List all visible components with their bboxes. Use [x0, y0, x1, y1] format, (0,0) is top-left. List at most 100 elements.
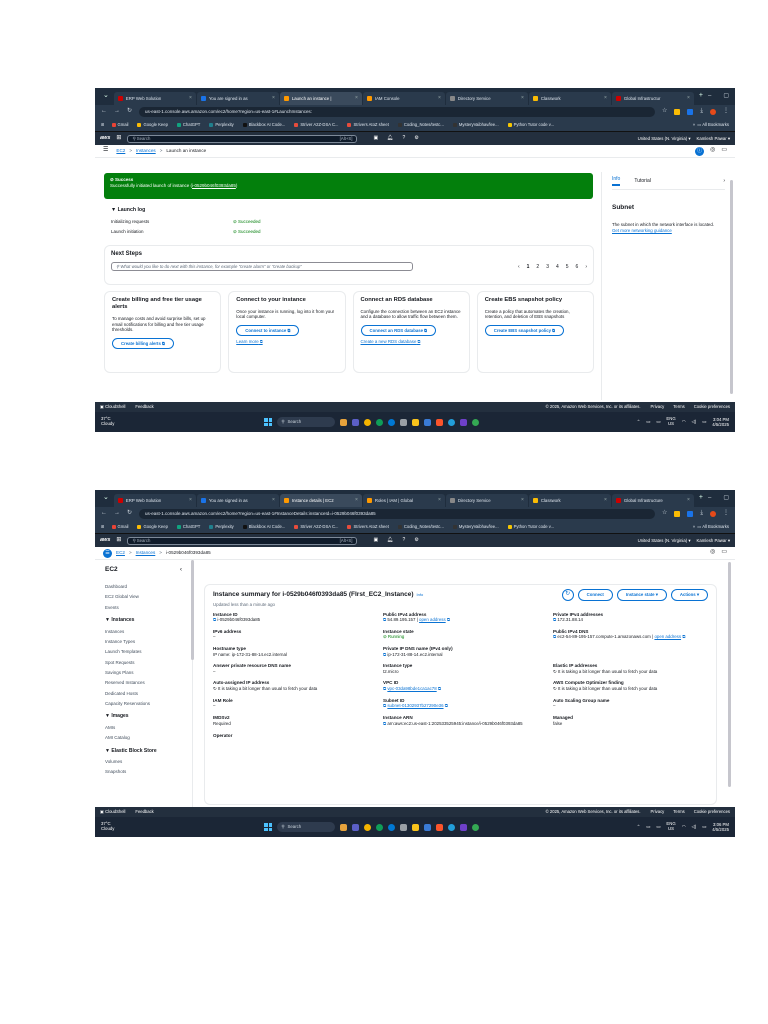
bookmark-item[interactable]: ChatGPT	[176, 122, 200, 127]
store-icon[interactable]	[424, 418, 432, 426]
page-number[interactable]: 3	[546, 264, 549, 270]
account-menu[interactable]: Kamlesh Pawar ▾	[697, 538, 730, 543]
bookmark-item[interactable]: Google Keep	[137, 524, 168, 529]
region-selector[interactable]: United States (N. Virginia) ▾	[638, 136, 691, 141]
menu-icon[interactable]: ⋮	[723, 108, 729, 116]
telegram-icon[interactable]	[448, 418, 456, 426]
maximize-icon[interactable]: ▢	[723, 495, 729, 503]
info-link[interactable]: Info	[417, 592, 424, 597]
card-link[interactable]: Learn more ⧉	[236, 339, 337, 345]
wifi-icon[interactable]: ◠	[682, 419, 686, 424]
notifications-icon[interactable]: ◎	[710, 549, 715, 557]
bookmark-item[interactable]: Gmail	[111, 122, 128, 127]
cloudshell-icon[interactable]: ▣	[373, 135, 378, 141]
teams-icon[interactable]	[352, 823, 360, 831]
reload-icon[interactable]: ↻	[127, 108, 132, 116]
forward-icon[interactable]: →	[114, 510, 120, 518]
bookmark-item[interactable]: MysteryVaibhav/lee...	[452, 524, 499, 529]
close-tab-icon[interactable]: ×	[189, 95, 192, 101]
clock[interactable]: 3:06 PM 4/5/2025	[712, 822, 729, 832]
bookmark-item[interactable]: MysteryVaibhav/lee...	[452, 122, 499, 127]
new-tab-icon[interactable]: +	[695, 92, 707, 101]
bookmark-item[interactable]: Strivers AtoZ sheet	[347, 122, 389, 127]
chrome-icon[interactable]	[376, 823, 384, 831]
bookmark-item[interactable]: Strivers AtoZ sheet	[347, 524, 389, 529]
weather-widget[interactable]: 37°C Cloudy	[101, 821, 114, 832]
apps-icon[interactable]: ⊞	[101, 122, 105, 127]
breadcrumb-instances[interactable]: Instances	[136, 148, 156, 154]
browser-tab[interactable]: ERP Web Solution ×	[113, 92, 196, 105]
sidebar-item[interactable]: Snapshots	[105, 769, 182, 775]
weather-widget[interactable]: 37°C Cloudy	[101, 416, 114, 427]
browser-tab[interactable]: Instance details | EC2 ×	[279, 494, 362, 507]
close-tab-icon[interactable]: ×	[521, 95, 524, 101]
browser-tab[interactable]: You are signed in as ×	[196, 494, 279, 507]
bookmark-item[interactable]: Google Keep	[137, 122, 168, 127]
taskbar-search[interactable]: ⚲ Search	[277, 822, 336, 832]
sidebar-item[interactable]: AMI Catalog	[105, 735, 182, 741]
reload-icon[interactable]: ↻	[127, 510, 132, 518]
open-address-link[interactable]: open address	[654, 634, 681, 639]
page-number[interactable]: 1	[527, 264, 530, 270]
forward-icon[interactable]: →	[114, 108, 120, 116]
vscode-icon[interactable]	[460, 823, 468, 831]
connect-button[interactable]: Connect	[577, 589, 613, 601]
volume-icon[interactable]: ◁)	[691, 419, 696, 424]
brave-icon[interactable]	[436, 823, 444, 831]
app-icon[interactable]	[472, 418, 480, 426]
next-steps-search[interactable]: ⚲ What would you like to do next with th…	[111, 262, 413, 272]
sidebar-item[interactable]: Instance Types	[105, 639, 182, 645]
page-number[interactable]: 2	[536, 264, 539, 270]
terms-link[interactable]: Terms	[673, 404, 684, 409]
sidebar-item[interactable]: Spot Requests	[105, 660, 182, 666]
tray-app-icon[interactable]: ▭	[646, 824, 650, 829]
hamburger-icon[interactable]: ☰	[103, 147, 108, 155]
card-action-button[interactable]: Create billing alerts ⧉	[112, 337, 174, 350]
terms-link[interactable]: Terms	[673, 809, 684, 814]
profile-avatar[interactable]	[710, 511, 716, 517]
cloudshell-link[interactable]: ▣ CloudShell	[100, 809, 125, 814]
bookmark-item[interactable]: Striver A2Z-DSA C...	[294, 122, 338, 127]
extension-icon[interactable]	[687, 511, 694, 517]
close-tab-icon[interactable]: ×	[438, 497, 441, 503]
close-tab-icon[interactable]: ×	[604, 95, 607, 101]
region-selector[interactable]: United States (N. Virginia) ▾	[638, 538, 691, 543]
collapse-icon[interactable]: ‹	[180, 566, 182, 574]
browser-tab[interactable]: Roles | IAM | Global ×	[362, 494, 445, 507]
page-number[interactable]: 4	[556, 264, 559, 270]
language-indicator[interactable]: ENG US	[666, 416, 675, 426]
bookmark-item[interactable]: Coding_Notes/testc...	[397, 524, 444, 529]
tray-app-icon[interactable]: ▭	[656, 824, 660, 829]
teams-icon[interactable]	[352, 418, 360, 426]
sidebar-section-toggle[interactable]: ▼ Instances	[105, 617, 182, 623]
volume-icon[interactable]: ◁)	[691, 824, 696, 829]
battery-icon[interactable]: ▭	[702, 419, 706, 424]
battery-icon[interactable]: ▭	[702, 824, 706, 829]
windows-start-icon[interactable]	[264, 823, 273, 831]
field-value-text[interactable]: subnet-01302937b27290e36	[387, 703, 443, 708]
browser-tab[interactable]: Directory Service ×	[445, 494, 528, 507]
tab-search-icon[interactable]: ⌄	[99, 92, 113, 101]
page-scrollbar[interactable]	[728, 562, 731, 787]
star-icon[interactable]: ☆	[662, 108, 667, 116]
app-icon[interactable]	[472, 823, 480, 831]
tab-tutorial[interactable]: Tutorial	[634, 178, 651, 184]
chevron-right-icon[interactable]: ›	[723, 178, 725, 184]
tray-chevron-icon[interactable]: ⌃	[637, 419, 641, 424]
star-icon[interactable]: ☆	[662, 510, 667, 518]
services-grid-icon[interactable]: ⊞	[116, 135, 121, 143]
chrome-icon[interactable]	[364, 418, 372, 426]
bookmark-item[interactable]: Striver A2Z-DSA C...	[294, 524, 338, 529]
url-input[interactable]: us-east-1.console.aws.amazon.com/ec2/hom…	[139, 107, 655, 117]
tray-app-icon[interactable]: ▭	[646, 419, 650, 424]
widgets-icon[interactable]	[340, 418, 348, 426]
close-tab-icon[interactable]: ×	[438, 95, 441, 101]
privacy-link[interactable]: Privacy	[651, 809, 665, 814]
sidebar-item[interactable]: Instances	[105, 629, 182, 635]
sidebar-item[interactable]: Reserved Instances	[105, 680, 182, 686]
bookmark-item[interactable]: Blackbox AI Code...	[242, 122, 285, 127]
browser-tab[interactable]: Launch an instance | ×	[279, 92, 362, 105]
help-link[interactable]: Get more networking guidance	[612, 228, 725, 234]
aws-logo[interactable]: aws	[100, 537, 110, 544]
extension-icon[interactable]	[674, 511, 681, 517]
